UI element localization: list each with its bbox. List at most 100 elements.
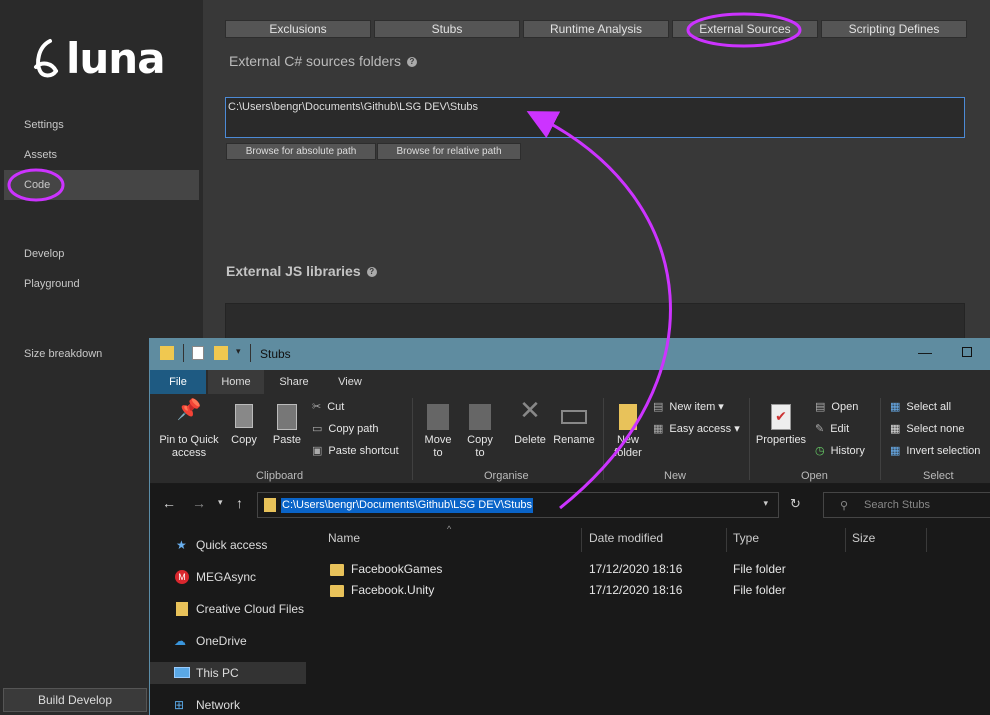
delete-button[interactable]: ✕ Delete (510, 395, 550, 447)
folder-icon (330, 563, 344, 576)
window-title: Stubs (260, 347, 291, 361)
nav-settings[interactable]: Settings (4, 110, 199, 140)
ribbon-tabs: File Home Share View (150, 370, 990, 394)
open-button[interactable]: ▤ Open (815, 398, 858, 416)
file-explorer-window: ▾ Stubs — File Home Share View 📌 Pin to … (149, 338, 990, 715)
browse-absolute-button[interactable]: Browse for absolute path (226, 143, 376, 160)
move-to-button[interactable]: Move to (420, 404, 456, 460)
browse-relative-button[interactable]: Browse for relative path (377, 143, 521, 160)
network-icon: ⊞ (174, 698, 185, 712)
new-folder-icon[interactable] (214, 346, 228, 360)
paste-shortcut-icon: ▣ (312, 445, 323, 457)
select-all-icon: ▦ (890, 401, 901, 413)
paste-label: Paste (272, 434, 302, 446)
select-all-button[interactable]: ▦ Select all (890, 398, 951, 416)
pin-icon: 📌 (176, 399, 202, 421)
file-name: FacebookGames (330, 559, 442, 579)
tab-share[interactable]: Share (266, 370, 322, 394)
forward-arrow-icon[interactable]: → (192, 495, 206, 511)
properties-icon[interactable] (192, 346, 204, 360)
paste-icon (277, 404, 297, 430)
nav-code[interactable]: Code (4, 170, 199, 200)
address-input[interactable]: C:\Users\bengr\Documents\Github\LSG DEV\… (257, 492, 779, 518)
cloud-icon: ☁ (174, 634, 186, 648)
address-dropdown-icon[interactable]: ▾ (763, 498, 768, 509)
help-icon[interactable]: ? (366, 267, 377, 278)
organise-group-label: Organise (484, 470, 529, 482)
properties-button[interactable]: ✔ Properties (753, 404, 809, 447)
nav-network[interactable]: ⊞ Network (150, 694, 306, 715)
cut-button[interactable]: ✂ Cut (312, 398, 344, 416)
pin-quick-access-button[interactable]: 📌 Pin to Quick access (156, 399, 222, 460)
luna-logo: luna (30, 34, 166, 83)
up-arrow-icon[interactable]: ↑ (236, 495, 243, 511)
tab-view[interactable]: View (322, 370, 378, 394)
tab-scripting-defines[interactable]: Scripting Defines (821, 20, 967, 38)
tab-home[interactable]: Home (208, 370, 264, 394)
column-name[interactable]: Name (328, 531, 360, 545)
navigation-pane: ★ Quick access M MEGAsync Creative Cloud F… (150, 528, 310, 715)
copy-path-button[interactable]: ▭ Copy path (312, 420, 379, 438)
minimize-icon[interactable]: — (918, 344, 932, 360)
select-none-icon: ▦ (890, 423, 901, 435)
chevron-down-icon[interactable]: ▾ (236, 346, 241, 357)
clipboard-group-label: Clipboard (256, 470, 304, 482)
delete-x-icon: ✕ (519, 395, 541, 425)
new-folder-button[interactable]: New folder (610, 404, 646, 460)
nav-onedrive[interactable]: ☁ OneDrive (150, 630, 306, 652)
copy-path-icon: ▭ (312, 423, 323, 435)
explorer-titlebar: ▾ Stubs — (150, 338, 990, 370)
tab-stubs[interactable]: Stubs (374, 20, 520, 38)
new-item-button[interactable]: ▤ New item ▾ (653, 398, 724, 416)
pin-label: Pin to Quick access (159, 434, 219, 459)
open-group-label: Open (801, 470, 828, 482)
invert-selection-button[interactable]: ▦ Invert selection (890, 442, 980, 460)
back-arrow-icon[interactable]: ← (162, 495, 176, 511)
tab-runtime-analysis[interactable]: Runtime Analysis (523, 20, 669, 38)
nav-megasync[interactable]: M MEGAsync (150, 566, 306, 588)
refresh-icon[interactable]: ↻ (790, 496, 801, 512)
rename-icon (561, 410, 587, 424)
nav-assets[interactable]: Assets (4, 140, 199, 170)
copy-button[interactable]: Copy (226, 404, 262, 447)
properties-check-icon: ✔ (771, 404, 791, 430)
csharp-path-field[interactable]: C:\Users\bengr\Documents\Github\LSG DEV\… (225, 97, 965, 138)
build-develop-button[interactable]: Build Develop (3, 688, 147, 712)
history-button[interactable]: ◷ History (815, 442, 865, 460)
easy-access-icon: ▦ (653, 423, 664, 435)
recent-locations-chevron-icon[interactable]: ▾ (218, 497, 223, 508)
paste-button[interactable]: Paste (267, 404, 307, 447)
column-date-modified[interactable]: Date modified (589, 531, 663, 545)
tab-file[interactable]: File (150, 370, 206, 394)
maximize-icon[interactable] (962, 347, 972, 357)
easy-access-button[interactable]: ▦ Easy access ▾ (653, 420, 740, 438)
copy-to-icon (469, 404, 491, 430)
nav-playground[interactable]: Playground (4, 269, 199, 299)
file-name: Facebook.Unity (330, 580, 434, 600)
nav-this-pc[interactable]: This PC (150, 662, 306, 684)
new-group-label: New (664, 470, 687, 482)
file-type: File folder (733, 583, 786, 597)
folder-icon (264, 498, 276, 512)
code-tabs: Exclusions Stubs Runtime Analysis Extern… (225, 20, 967, 38)
js-title-text: External JS libraries (226, 263, 361, 279)
tab-external-sources[interactable]: External Sources (672, 20, 818, 38)
select-none-button[interactable]: ▦ Select none (890, 420, 965, 438)
tab-exclusions[interactable]: Exclusions (225, 20, 371, 38)
invert-selection-icon: ▦ (890, 445, 901, 457)
rename-button[interactable]: Rename (552, 404, 596, 447)
help-icon[interactable]: ? (406, 57, 417, 68)
nav-quick-access[interactable]: ★ Quick access (150, 534, 306, 556)
column-size[interactable]: Size (852, 531, 875, 545)
edit-button[interactable]: ✎ Edit (815, 420, 849, 438)
column-type[interactable]: Type (733, 531, 759, 545)
nav-develop[interactable]: Develop (4, 239, 199, 269)
mega-icon: M (175, 570, 189, 584)
luna-logo-text: luna (66, 34, 166, 83)
copy-to-button[interactable]: Copy to (462, 404, 498, 460)
nav-creative-cloud[interactable]: Creative Cloud Files (150, 598, 306, 620)
history-icon: ◷ (815, 445, 825, 457)
paste-shortcut-button[interactable]: ▣ Paste shortcut (312, 442, 399, 460)
address-text[interactable]: C:\Users\bengr\Documents\Github\LSG DEV\… (281, 498, 534, 513)
computer-icon (174, 667, 190, 678)
